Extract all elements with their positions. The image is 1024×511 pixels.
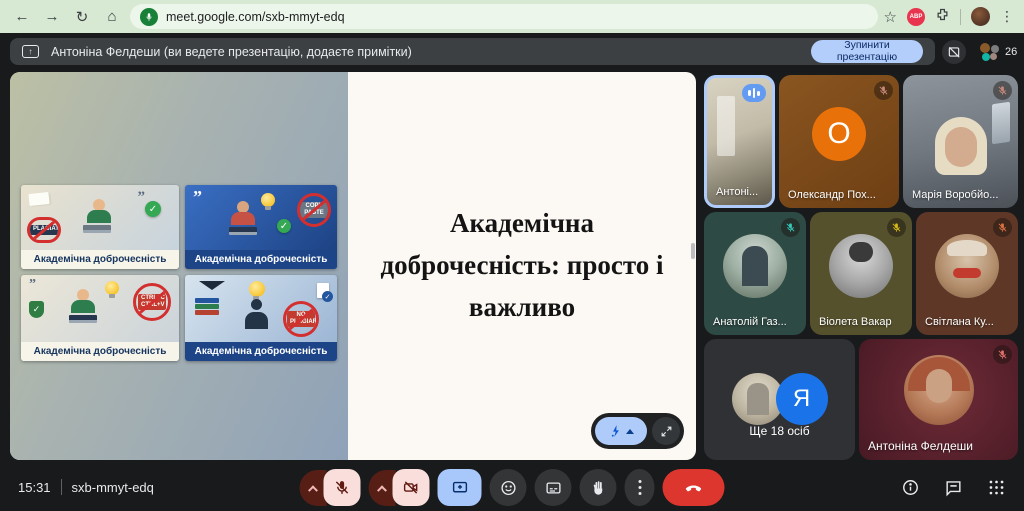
more-participants-label: Ще 18 осіб: [704, 424, 855, 438]
participant-tile[interactable]: Марія Воробйо...: [903, 75, 1018, 208]
toolbar-divider: [960, 9, 961, 25]
participants-grid: Антоні... О Олександр Пох... Марія Вороб…: [704, 75, 1018, 460]
more-options-icon: [638, 480, 641, 495]
participant-tile[interactable]: О Олександр Пох...: [779, 75, 899, 208]
participant-count: 26: [1005, 46, 1017, 58]
participant-tile[interactable]: Антоніна Фелдеши: [859, 339, 1018, 460]
reload-icon[interactable]: ↻: [70, 5, 94, 29]
end-call-button[interactable]: [663, 469, 725, 506]
chat-icon[interactable]: [944, 478, 963, 497]
participant-tile[interactable]: Віолета Вакар: [810, 212, 912, 335]
clock-text: 15:31: [18, 480, 51, 495]
slide-image-collage: PLAGIAT Академічна доброчесність COPY PA…: [10, 72, 348, 460]
mic-muted-icon: [993, 81, 1012, 100]
image-caption: Академічна доброчесність: [21, 342, 179, 361]
browser-menu-icon[interactable]: ⋮: [1000, 8, 1014, 25]
participant-name: Антоніна Фелдеши: [868, 439, 973, 453]
activities-grid-icon[interactable]: [987, 478, 1006, 497]
image-caption: Академічна доброчесність: [21, 250, 179, 269]
slide-image-no-plagiarism: NO PLAGIARISM Академічна доброчесність: [185, 275, 337, 361]
stop-presentation-button[interactable]: Зупинити презентацію: [811, 40, 923, 63]
slide-image-copy-paste: COPY PASTE Академічна доброчесність: [185, 185, 337, 269]
participant-photo-avatar: [904, 355, 974, 425]
annotation-menu-caret[interactable]: [626, 429, 634, 434]
camera-off-button[interactable]: [393, 469, 430, 506]
participant-photo-avatar: [723, 234, 787, 298]
slide-title: Академічна доброчесність: просто і важли…: [367, 203, 677, 329]
present-now-button[interactable]: [438, 469, 482, 506]
mic-muted-button[interactable]: [324, 469, 361, 506]
participant-name: Віолета Вакар: [819, 316, 892, 328]
annotation-button[interactable]: [595, 417, 647, 445]
meeting-details-icon[interactable]: [901, 478, 920, 497]
participant-name: Марія Воробйо...: [912, 189, 998, 201]
presenter-status-text: Антоніна Фелдеши (ви ведете презентацію,…: [51, 45, 412, 59]
back-icon[interactable]: ←: [10, 5, 34, 29]
captions-button[interactable]: [535, 469, 572, 506]
forward-icon[interactable]: →: [40, 5, 64, 29]
participant-name: Анатолій Газ...: [713, 316, 787, 328]
home-icon[interactable]: ⌂: [100, 5, 124, 29]
address-bar[interactable]: meet.google.com/sxb-mmyt-edq: [130, 4, 878, 29]
fullscreen-button[interactable]: [652, 417, 680, 445]
mic-muted-icon: [887, 218, 906, 237]
participant-name: Олександр Пох...: [788, 189, 876, 201]
adblock-extension-icon[interactable]: ABP: [907, 8, 925, 26]
speaking-indicator-icon: [742, 84, 766, 102]
participant-initial-avatar: Я: [776, 373, 828, 425]
participant-initial-avatar: О: [812, 107, 866, 161]
participants-row-2: Анатолій Газ... Віолета Вакар Світлана К…: [704, 212, 1018, 335]
camera-control-group: [369, 469, 430, 506]
participant-tile[interactable]: Антоні...: [704, 75, 775, 208]
participant-name: Антоні...: [716, 186, 758, 198]
mic-options-chevron[interactable]: [300, 470, 327, 506]
effects-off-icon[interactable]: [942, 40, 966, 64]
browser-toolbar: ← → ↻ ⌂ meet.google.com/sxb-mmyt-edq ☆ A…: [0, 0, 1024, 33]
slide-image-plagiat: PLAGIAT Академічна доброчесність: [21, 185, 179, 269]
more-options-button[interactable]: [625, 469, 655, 506]
raise-hand-button[interactable]: [580, 469, 617, 506]
participants-row-3: Я Ще 18 осіб Антоніна Фелдеши: [704, 339, 1018, 460]
meeting-code: sxb-mmyt-edq: [72, 480, 154, 495]
camera-options-chevron[interactable]: [369, 470, 396, 506]
slide-title-area: Академічна доброчесність: просто і важли…: [348, 72, 696, 460]
participant-name: Світлана Ку...: [925, 316, 994, 328]
mic-muted-icon: [993, 218, 1012, 237]
reactions-button[interactable]: [490, 469, 527, 506]
screen-share-icon: ↑: [22, 45, 39, 58]
participant-tile[interactable]: Світлана Ку...: [916, 212, 1018, 335]
bookmark-star-icon[interactable]: ☆: [884, 8, 897, 26]
slide-image-ctrl-cv: CTRL+C CTRL+V Академічна доброчесність: [21, 275, 179, 361]
url-text[interactable]: meet.google.com/sxb-mmyt-edq: [166, 10, 345, 24]
mic-muted-icon: [874, 81, 893, 100]
participants-row-1: Антоні... О Олександр Пох... Марія Вороб…: [704, 75, 1018, 208]
mic-control-group: [300, 469, 361, 506]
mic-muted-icon: [781, 218, 800, 237]
image-caption: Академічна доброчесність: [185, 342, 337, 361]
participant-photo-avatar: [935, 234, 999, 298]
site-mic-permission-icon[interactable]: [140, 8, 158, 26]
shared-presentation: PLAGIAT Академічна доброчесність COPY PA…: [10, 72, 696, 460]
more-participants-tile[interactable]: Я Ще 18 осіб: [704, 339, 855, 460]
call-toolbar: 15:31 sxb-mmyt-edq: [0, 463, 1024, 511]
participant-photo-avatar: [829, 234, 893, 298]
toolbar-divider: [61, 479, 62, 495]
participants-count-button[interactable]: 26: [978, 42, 1017, 62]
mic-muted-icon: [993, 345, 1012, 364]
presenting-banner: ↑ Антоніна Фелдеши (ви ведете презентаці…: [10, 38, 935, 65]
slide-scrollbar[interactable]: [691, 243, 695, 259]
image-caption: Академічна доброчесність: [185, 250, 337, 269]
participant-tile[interactable]: Анатолій Газ...: [704, 212, 806, 335]
extensions-puzzle-icon[interactable]: [935, 7, 950, 27]
presentation-controls: [591, 413, 684, 449]
participant-avatars-icon: [978, 42, 1000, 62]
profile-avatar[interactable]: [971, 7, 990, 26]
